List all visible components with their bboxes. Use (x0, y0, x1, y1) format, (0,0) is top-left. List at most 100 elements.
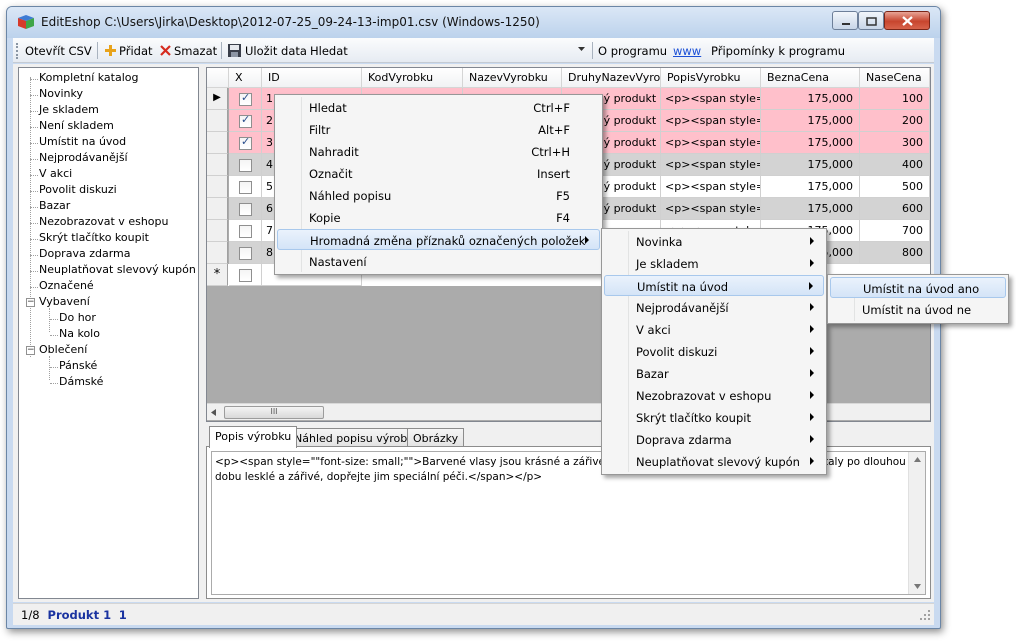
scrollbar-thumb[interactable]: III (224, 406, 324, 419)
row-checkbox[interactable] (239, 181, 252, 194)
add-button[interactable]: Přidat (119, 44, 153, 58)
tree-subitem[interactable]: Dámské (59, 375, 103, 388)
grid-cell[interactable] (229, 198, 262, 220)
grid-cell[interactable] (229, 220, 262, 242)
tree-subitem[interactable]: Pánské (59, 359, 97, 372)
tree-item[interactable]: Je skladem (39, 103, 99, 116)
context-menu-item[interactable]: Hromadná změna příznaků označených polož… (277, 229, 600, 250)
maximize-button[interactable] (858, 11, 884, 30)
submenu-item[interactable]: Neuplatňovat slevový kupón (604, 451, 824, 472)
context-menu-item[interactable]: Filtr Alt+F (277, 119, 600, 140)
grid-cell[interactable]: 175,000 (761, 154, 860, 176)
grid-cell[interactable]: 700 (860, 220, 930, 242)
grid-cell[interactable]: 400 (860, 154, 930, 176)
grid-cell[interactable]: 200 (860, 110, 930, 132)
subsubmenu-item[interactable]: Umístit na úvod ne (830, 299, 1006, 320)
column-header[interactable]: ID (262, 68, 362, 88)
grid-cell[interactable] (229, 110, 262, 132)
row-checkbox[interactable] (239, 247, 252, 260)
tree-item[interactable]: Kompletní katalog (39, 71, 139, 84)
grid-cell[interactable]: <p><span style=" (661, 154, 761, 176)
save-button[interactable]: Uložit data (245, 44, 307, 58)
context-menu-item[interactable]: Nahradit Ctrl+H (277, 141, 600, 162)
tree-item[interactable]: Neuplatňovat slevový kupón (39, 263, 196, 276)
about-button[interactable]: O programu (598, 44, 667, 58)
tree-group[interactable]: Vybavení (39, 295, 90, 308)
tree-collapse-icon[interactable]: − (26, 346, 35, 355)
tree-item[interactable]: Bazar (39, 199, 70, 212)
grid-cell[interactable]: 175,000 (761, 110, 860, 132)
scroll-down-icon[interactable] (914, 584, 921, 589)
grid-cell[interactable]: <p><span style=" (661, 198, 761, 220)
column-header[interactable]: NaseCena (860, 68, 930, 88)
tab-description[interactable]: Popis výrobku (209, 426, 298, 448)
row-checkbox[interactable] (239, 203, 252, 216)
grid-cell[interactable]: <p><span style=" (661, 132, 761, 154)
context-menu-item[interactable]: Označit Insert (277, 163, 600, 184)
toolbar-grip[interactable] (16, 43, 18, 59)
submenu-item[interactable]: Skrýt tlačítko koupit (604, 407, 824, 428)
minimize-button[interactable] (832, 11, 858, 30)
tab-description-preview[interactable]: Náhled popisu výrobku (288, 428, 427, 447)
submenu-item[interactable]: Nezobrazovat v eshopu (604, 385, 824, 406)
grid-cell[interactable] (229, 242, 262, 264)
open-csv-button[interactable]: Otevřít CSV (25, 44, 92, 58)
grid-cell[interactable]: <p><span style=" (661, 176, 761, 198)
tree-item[interactable]: Novinky (39, 87, 83, 100)
grid-cell[interactable]: 500 (860, 176, 930, 198)
grid-cell[interactable] (229, 88, 262, 110)
tree-group[interactable]: Oblečení (39, 343, 87, 356)
tree-subitem[interactable]: Do hor (59, 311, 96, 324)
tree-item[interactable]: Nejprodávanější (39, 151, 128, 164)
grid-cell[interactable]: 175,000 (761, 132, 860, 154)
title-bar[interactable]: EditEshop C:\Users\Jirka\Desktop\2012-07… (7, 7, 940, 38)
row-checkbox[interactable] (239, 269, 252, 282)
column-header[interactable]: NazevVyrobku (463, 68, 562, 88)
grid-cell[interactable]: 100 (860, 88, 930, 110)
submenu-item[interactable]: Umístit na úvod (604, 275, 824, 296)
grid-cell[interactable] (229, 176, 262, 198)
grid-cell[interactable]: 175,000 (761, 88, 860, 110)
tree-subitem[interactable]: Na kolo (59, 327, 100, 340)
grid-cell[interactable]: 800 (860, 242, 930, 264)
tree-item[interactable]: Označené (39, 279, 94, 292)
tree-item[interactable]: V akci (39, 167, 72, 180)
submenu-item[interactable]: Bazar (604, 363, 824, 384)
www-link[interactable]: www (673, 44, 701, 58)
row-header[interactable]: ▶ (207, 88, 228, 110)
tree-item[interactable]: Umístit na úvod (39, 135, 126, 148)
close-button[interactable] (884, 11, 930, 30)
grid-cell[interactable] (229, 154, 262, 176)
grid-cell[interactable]: 300 (860, 132, 930, 154)
delete-button[interactable]: Smazat (174, 44, 217, 58)
tree-item[interactable]: Skrýt tlačítko koupit (39, 231, 149, 244)
context-menu-item[interactable]: Hledat Ctrl+F (277, 97, 600, 118)
grid-cell[interactable] (229, 264, 262, 286)
tab-images[interactable]: Obrázky (407, 428, 465, 447)
tree-item[interactable]: Doprava zdarma (39, 247, 130, 260)
grid-cell[interactable]: 175,000 (761, 198, 860, 220)
resize-grip-icon[interactable] (920, 610, 931, 621)
subsubmenu-item[interactable]: Umístit na úvod ano (830, 277, 1006, 298)
submenu-item[interactable]: Je skladem (604, 253, 824, 274)
context-menu-item[interactable]: Náhled popisu F5 (277, 185, 600, 206)
submenu-item[interactable]: V akci (604, 319, 824, 340)
row-checkbox[interactable] (239, 91, 252, 106)
row-checkbox[interactable] (239, 113, 252, 128)
column-header[interactable]: PopisVyrobku (661, 68, 761, 88)
row-header[interactable] (207, 176, 228, 198)
submenu-item[interactable]: Novinka (604, 231, 824, 252)
tree-item[interactable]: Nezobrazovat v eshopu (39, 215, 168, 228)
submenu-item[interactable]: Doprava zdarma (604, 429, 824, 450)
row-header[interactable] (207, 132, 228, 154)
row-header[interactable] (207, 242, 228, 264)
column-header[interactable]: KodVyrobku (362, 68, 463, 88)
context-menu-item[interactable]: Kopie F4 (277, 207, 600, 228)
row-header[interactable] (207, 154, 228, 176)
grid-cell[interactable]: 175,000 (761, 176, 860, 198)
context-menu-item[interactable]: Nastavení (277, 251, 600, 272)
tree-item[interactable]: Povolit diskuzi (39, 183, 117, 196)
tree-collapse-icon[interactable]: − (26, 298, 35, 307)
row-checkbox[interactable] (239, 225, 252, 238)
submenu-item[interactable]: Nejprodávanější (604, 297, 824, 318)
